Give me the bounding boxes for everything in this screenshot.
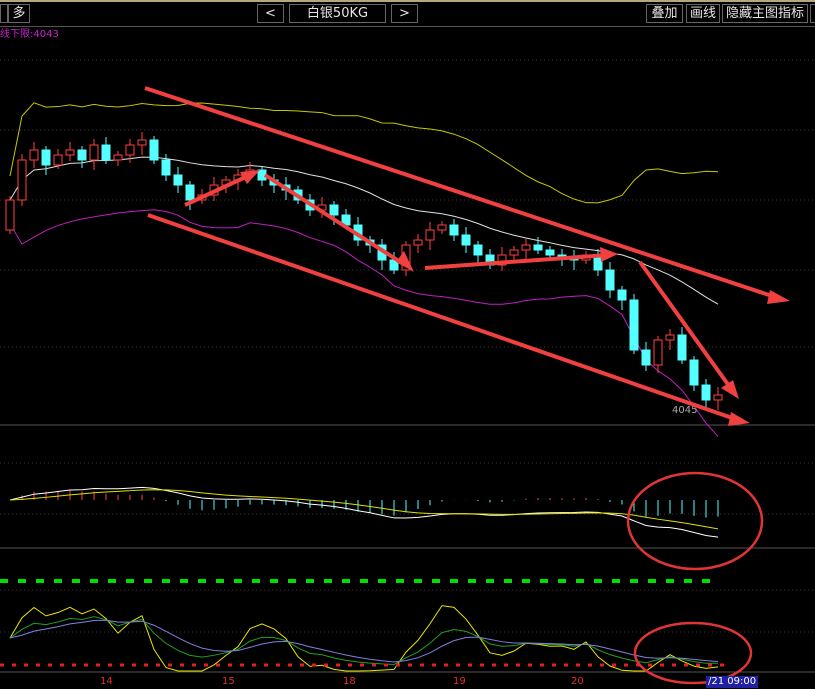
- date-tick: 20: [571, 676, 584, 687]
- candle-up: [413, 239, 423, 246]
- macd-highlight-circle: [626, 471, 764, 571]
- candle-down: [173, 174, 183, 186]
- candle-down: [257, 169, 267, 181]
- upper-band-line: [9, 102, 719, 204]
- candle-down: [677, 334, 687, 361]
- candle-up: [509, 249, 519, 256]
- kdj-j-line: [9, 605, 719, 672]
- candle-up: [53, 154, 63, 166]
- candle-up: [425, 229, 435, 241]
- arrow-head: [600, 247, 618, 262]
- candle-up: [713, 394, 723, 401]
- candle-down: [41, 149, 51, 166]
- candle-up: [5, 199, 15, 231]
- candle-down: [461, 234, 471, 246]
- date-tick: 14: [100, 676, 113, 687]
- date-tick: 18: [343, 676, 356, 687]
- candle-up: [521, 244, 531, 251]
- candle-down: [329, 204, 339, 216]
- kdj-k-line: [9, 616, 719, 666]
- candle-down: [545, 249, 555, 256]
- candle-up: [29, 149, 39, 161]
- candle-up: [437, 224, 447, 231]
- macd-dif-line: [9, 486, 719, 538]
- candle-down: [629, 299, 639, 351]
- candle-down: [689, 359, 699, 386]
- date-tick: 19: [453, 676, 466, 687]
- lower-trend-arrow: [147, 213, 739, 422]
- drop-arrow-1: [263, 173, 407, 267]
- candle-down: [617, 289, 627, 301]
- candle-up: [665, 334, 675, 341]
- candle-up: [653, 339, 663, 366]
- price-chart[interactable]: 4045: [0, 0, 815, 689]
- kdj-pane: [0, 605, 728, 672]
- candle-down: [161, 159, 171, 176]
- candles: [5, 132, 723, 410]
- candle-up: [17, 159, 27, 201]
- candle-down: [701, 384, 711, 401]
- flat-arrow: [424, 253, 609, 270]
- macd-dea-line: [9, 489, 719, 530]
- candle-up: [65, 149, 75, 156]
- candle-down: [77, 149, 87, 161]
- date-tick: 15: [222, 676, 235, 687]
- candle-up: [125, 144, 135, 156]
- candle-down: [605, 269, 615, 291]
- arrow-head: [767, 290, 790, 304]
- candle-down: [149, 139, 159, 161]
- arrow-head: [728, 412, 750, 426]
- candle-down: [533, 244, 543, 251]
- arrow-head: [721, 380, 739, 399]
- candle-up: [89, 144, 99, 161]
- candle-up: [113, 154, 123, 161]
- candle-up: [137, 139, 147, 146]
- kdj-d-line: [9, 619, 719, 663]
- candle-down: [641, 349, 651, 366]
- candle-down: [185, 184, 195, 201]
- arrow-head: [240, 170, 260, 184]
- candle-down: [101, 144, 111, 161]
- candle-down: [473, 244, 483, 256]
- macd-pane: [0, 486, 719, 583]
- drop-arrow-2: [638, 260, 734, 392]
- current-time-tick: /21 09:00: [706, 676, 759, 688]
- candle-down: [449, 224, 459, 236]
